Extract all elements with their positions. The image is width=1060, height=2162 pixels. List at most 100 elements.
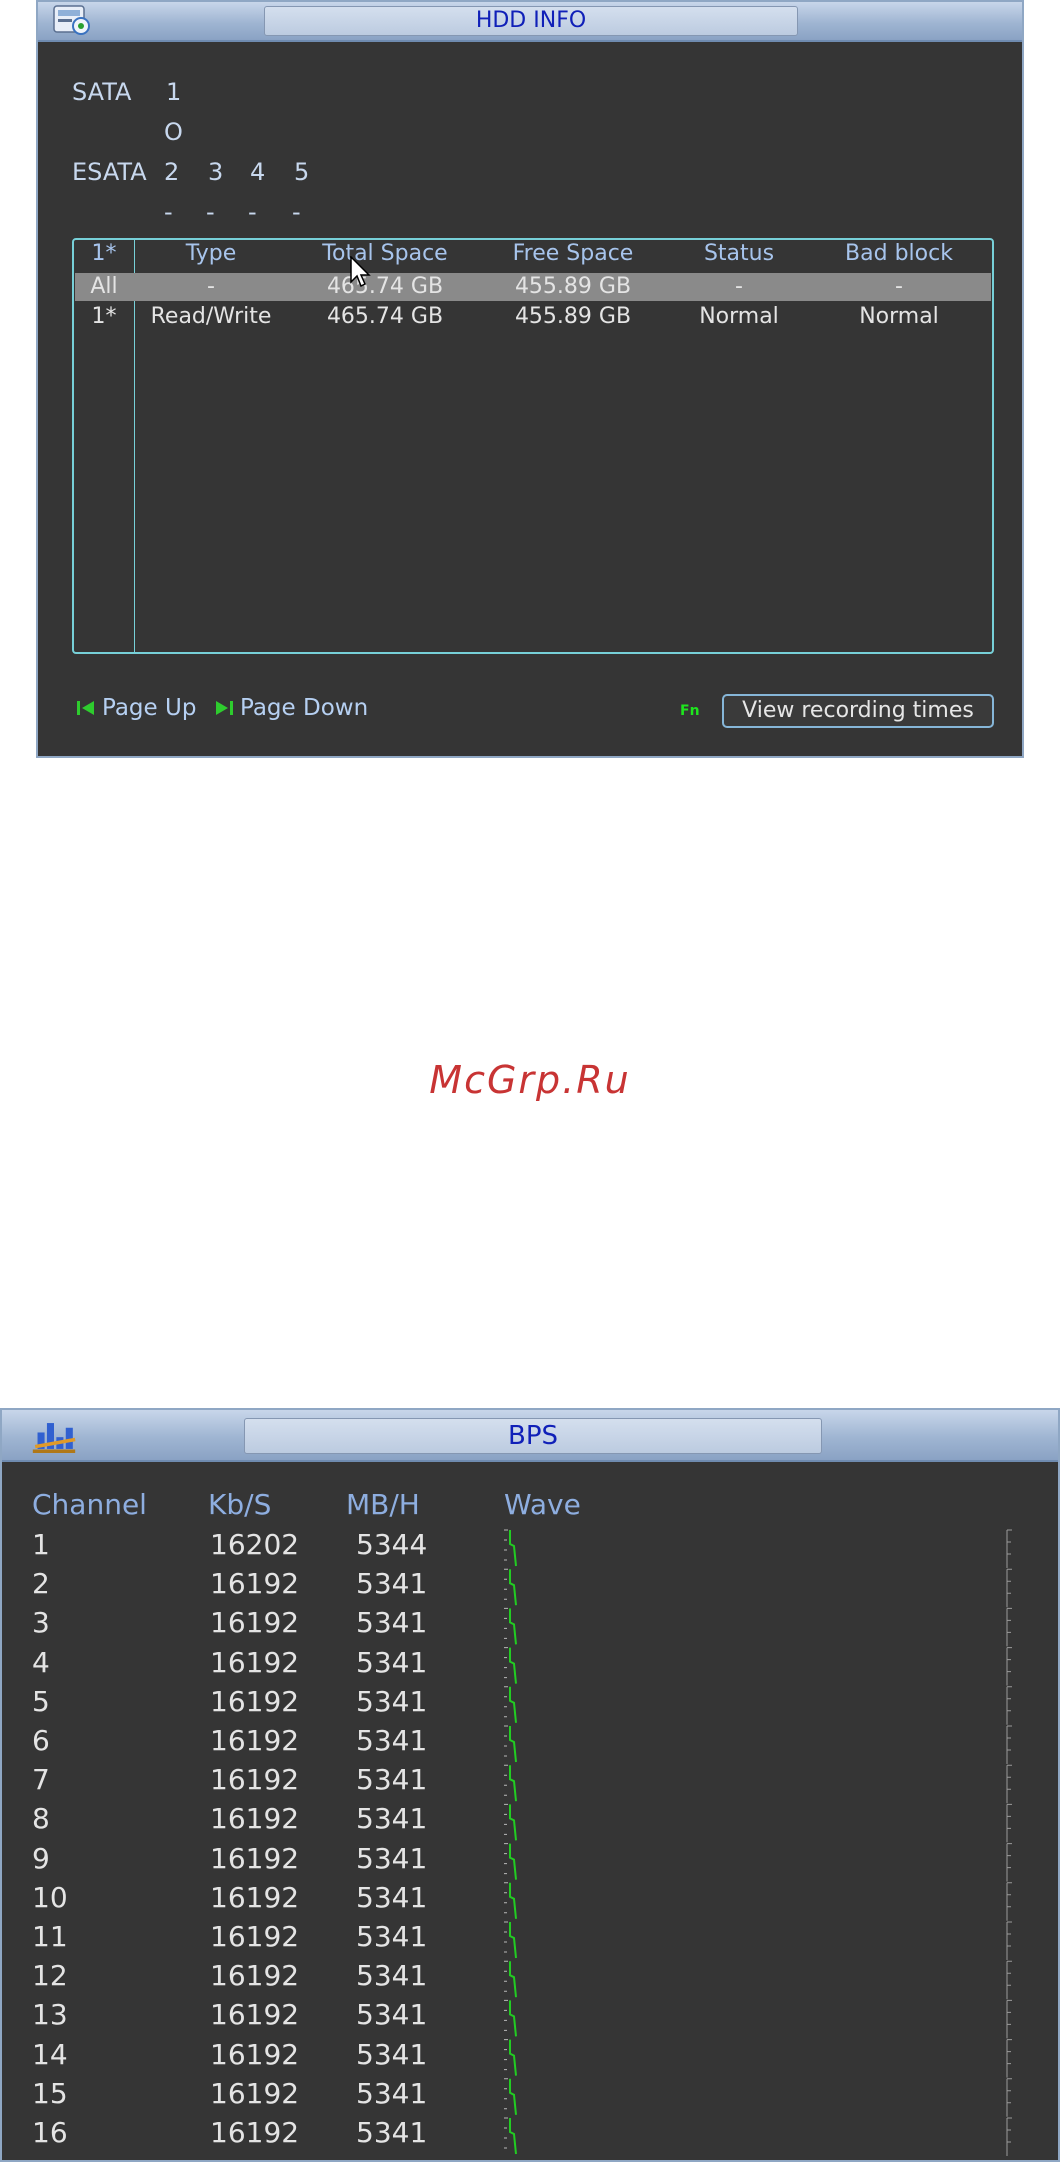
bps-row-channel: 13	[32, 1998, 68, 2031]
wave-line-channel-14	[509, 2039, 517, 2076]
hdd-info-icon	[53, 5, 90, 35]
bps-row-mbh: 5341	[356, 1881, 428, 1914]
bps-row-channel: 7	[32, 1763, 50, 1796]
bps-row-channel: 6	[32, 1724, 50, 1757]
wave-scale-right-8	[1006, 1803, 1012, 1843]
bps-row-kbs: 16192	[210, 1685, 300, 1718]
bps-row-kbs: 16192	[210, 2077, 300, 2110]
bps-row-mbh: 5341	[356, 2116, 428, 2149]
page-down-label: Page Down	[240, 695, 369, 721]
wave-scale-right-9	[1006, 1843, 1012, 1882]
wave-line-channel-9	[509, 1843, 517, 1880]
bps-row-mbh: 5341	[356, 1842, 428, 1875]
page-up-label: Page Up	[102, 695, 197, 721]
wave-scale-left-6	[504, 1725, 508, 1757]
wave-scale-left-14	[504, 2039, 508, 2071]
fn-key-hint: Fn	[680, 703, 700, 719]
bps-row-channel: 4	[32, 1646, 50, 1679]
table-column-divider	[134, 240, 135, 652]
wave-scale-right-4	[1006, 1647, 1012, 1686]
wave-line-channel-1	[509, 1530, 517, 1567]
wave-line-channel-11	[509, 1922, 517, 1959]
table-row-all-total: 465.74 GB	[326, 274, 444, 299]
bps-row-mbh: 5341	[356, 1724, 428, 1757]
bps-row-kbs: 16192	[210, 1881, 300, 1914]
hdd-title: HDD INFO	[264, 6, 798, 36]
esata-port-4: 4	[250, 158, 266, 186]
wave-scale-right-13	[1006, 1999, 1012, 2039]
wave-scale-left-7	[504, 1764, 508, 1796]
wave-scale-right-15	[1006, 2078, 1012, 2117]
wave-line-channel-2	[509, 1569, 517, 1606]
table-row-1-total[interactable]: 465.74 GB	[300, 303, 470, 331]
esata-status-5: -	[292, 198, 301, 226]
bps-row-mbh: 5341	[356, 1920, 428, 1953]
wave-scale-left-3	[504, 1607, 508, 1639]
table-header-free-space: Free Space	[512, 241, 634, 266]
wave-scale-left-8	[504, 1803, 508, 1835]
skip-back-icon	[77, 701, 94, 715]
bps-row-kbs: 16192	[210, 1802, 300, 1835]
bps-header-wave: Wave	[504, 1488, 581, 1521]
table-header-bad-block: Bad block	[845, 241, 953, 266]
bps-row-channel: 2	[32, 1567, 50, 1600]
bps-row-channel: 15	[32, 2077, 68, 2110]
bps-row-mbh: 5341	[356, 1646, 428, 1679]
bps-row-mbh: 5344	[356, 1528, 428, 1561]
bps-row-kbs: 16192	[210, 1724, 300, 1757]
wave-scale-left-1	[504, 1529, 508, 1561]
wave-scale-right-6	[1006, 1725, 1012, 1764]
sata-port-1: 1	[166, 78, 182, 106]
wave-scale-right-2	[1006, 1568, 1012, 1608]
hdd-info-window: HDD INFO SATA 1 O ESATA 2 3 4 5 - - - - …	[36, 0, 1024, 758]
bps-row-mbh: 5341	[356, 1567, 428, 1600]
watermark: McGrp.Ru	[429, 1058, 631, 1102]
bps-row-mbh: 5341	[356, 1959, 428, 1992]
page-down-button[interactable]: Page Down	[214, 694, 368, 722]
table-row-1-type[interactable]: Read/Write	[136, 303, 286, 331]
table-row-all-status: -	[735, 274, 743, 299]
bps-row-kbs: 16192	[210, 1920, 300, 1953]
wave-scale-left-15	[504, 2078, 508, 2110]
wave-line-channel-4	[509, 1647, 517, 1684]
wave-scale-left-16	[504, 2117, 508, 2149]
page-up-button[interactable]: Page Up	[76, 694, 196, 722]
bps-row-kbs: 16192	[210, 1567, 300, 1600]
wave-scale-right-3	[1006, 1607, 1012, 1647]
hdd-title-bar: HDD INFO	[38, 2, 1022, 42]
table-row-1-bad-block[interactable]: Normal	[814, 303, 984, 331]
esata-port-2: 2	[164, 158, 180, 186]
table-row-all-bad-block: -	[895, 274, 903, 299]
bps-row-mbh: 5341	[356, 2077, 428, 2110]
wave-scale-right-5	[1006, 1686, 1012, 1725]
bps-row-kbs: 16192	[210, 1959, 300, 1992]
bps-wave-graph	[504, 1529, 1012, 2156]
bps-row-channel: 10	[32, 1881, 68, 1914]
bps-row-channel: 16	[32, 2116, 68, 2149]
table-row-1-free[interactable]: 455.89 GB	[488, 303, 658, 331]
view-recording-times-button[interactable]: View recording times	[722, 694, 994, 728]
bps-row-mbh: 5341	[356, 1802, 428, 1835]
bps-row-mbh: 5341	[356, 1606, 428, 1639]
mouse-pointer-icon	[350, 256, 371, 288]
wave-scale-left-13	[504, 1999, 508, 2031]
esata-status-4: -	[248, 198, 257, 226]
bar-chart-icon	[32, 1423, 76, 1454]
esata-port-3: 3	[208, 158, 224, 186]
bps-row-channel: 8	[32, 1802, 50, 1835]
wave-scale-right-14	[1006, 2039, 1012, 2078]
bps-row-kbs: 16192	[210, 1763, 300, 1796]
bps-row-kbs: 16192	[210, 2038, 300, 2071]
wave-line-channel-10	[509, 1882, 517, 1919]
bps-row-kbs: 16192	[210, 2116, 300, 2149]
table-row-1-status[interactable]: Normal	[674, 303, 804, 331]
bps-header-channel: Channel	[32, 1488, 147, 1521]
wave-scale-left-4	[504, 1647, 508, 1679]
skip-forward-icon	[216, 701, 233, 715]
bps-row-channel: 12	[32, 1959, 68, 1992]
wave-scale-left-10	[504, 1882, 508, 1914]
table-header-status: Status	[703, 241, 775, 266]
bps-row-channel: 14	[32, 2038, 68, 2071]
wave-scale-right-12	[1006, 1960, 1012, 2000]
table-row-1-disk[interactable]: 1*	[74, 303, 134, 331]
